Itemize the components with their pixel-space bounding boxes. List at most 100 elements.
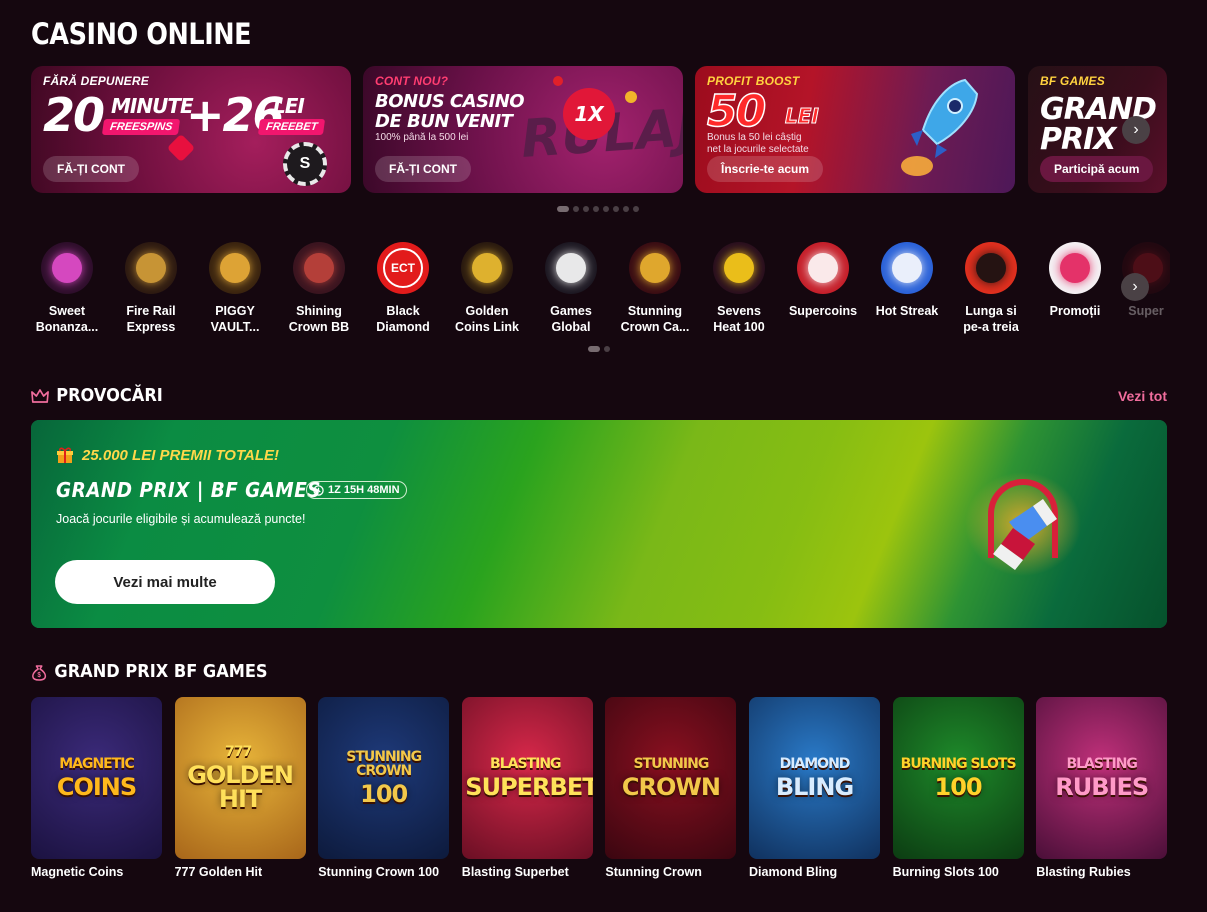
game-thumbnail[interactable]: MAGNETIC COINS [31,697,162,859]
category-label-line: Coins Link [455,320,519,334]
create-account-button[interactable]: FĂ-ȚI CONT [375,156,471,182]
game-logo-line: SUPERBET [465,773,593,801]
category-label-line: Lunga si [965,304,1017,318]
game-thumbnail[interactable]: BLASTING SUPERBET [461,697,593,859]
game-tile[interactable]: BURNING SLOTS 100 Burning Slots 100 [892,697,1024,879]
category-item[interactable]: Stunning Crown Ca... [618,242,692,335]
golden-coins-icon [461,242,513,294]
countdown-badge: 1Z 15H 48MIN [306,481,407,499]
crown-icon [31,388,49,403]
game-tile[interactable]: BLASTING SUPERBET Blasting Superbet [461,697,593,879]
game-name: Magnetic Coins [31,865,124,879]
see-all-link[interactable]: Vezi tot [1118,388,1167,404]
category-next-arrow-icon[interactable]: › [1121,273,1149,301]
banner-headline-2: DE BUN VENIT [375,111,513,132]
magnet-icon [965,472,1081,576]
category-label-line: Heat 100 [713,320,765,334]
game-thumbnail[interactable]: DIAMOND BLING [749,697,880,859]
category-label-line: Crown BB [288,320,350,334]
game-logo-line: COINS [56,773,137,801]
pagination-dot[interactable] [593,206,599,212]
category-label: Sweet Bonanza... [30,303,104,335]
game-thumbnail[interactable]: STUNNING CROWN 100 [318,697,450,859]
crown-icon [629,242,681,294]
gift-icon [57,447,73,463]
category-label-line: Sweet [48,304,86,318]
game-logo-line: CROWN [621,773,721,801]
promo-banner-profit-boost[interactable]: PROFIT BOOST 50 LEI Bonus la 50 lei câșt… [695,66,1015,193]
category-pagination[interactable] [588,346,610,352]
game-tile[interactable]: STUNNING CROWN 100 Stunning Crown 100 [318,697,450,879]
sign-up-button[interactable]: Înscrie-te acum [707,156,824,182]
banner-tag: CONT NOU? [375,74,449,88]
ect-logo-icon: ECT [377,242,429,294]
game-thumbnail[interactable]: 777 GOLDEN HIT [174,697,306,859]
duck-icon [713,242,765,294]
boost-desc-2: net la jocurile selectate [707,144,809,155]
grand-prix-headline-2: PRIX [1040,122,1116,157]
supercoins-icon [797,242,849,294]
game-name: Blasting Superbet [461,865,569,879]
promo-banner-no-deposit[interactable]: FĂRĂ DEPUNERE 20 MINUTE FREESPINS +26 LE… [31,66,351,193]
freebet-pill: FREEBET [257,119,326,135]
banner-pagination[interactable] [557,206,639,212]
game-tile[interactable]: DIAMOND BLING Diamond Bling [749,697,880,879]
game-tile[interactable]: STUNNING CROWN Stunning Crown [605,697,737,879]
game-tile[interactable]: MAGNETIC COINS Magnetic Coins [31,697,162,879]
coin-icon [625,91,637,103]
challenges-heading: PROVOCĂRI [31,385,163,406]
casino-page: CASINO ONLINE FĂRĂ DEPUNERE 20 MINUTE FR… [0,0,1207,912]
category-item[interactable]: Sevens Heat 100 [702,242,776,335]
banner-headline-number: 20 [43,88,105,142]
boost-desc-1: Bonus la 50 lei câștig [707,132,802,143]
category-item[interactable]: Shining Crown BB [282,242,356,335]
game-thumbnail[interactable]: BURNING SLOTS 100 [892,697,1024,859]
banner-next-arrow-icon[interactable]: › [1122,116,1150,144]
game-logo: BLASTING SUPERBET [465,757,593,801]
category-item[interactable]: Golden Coins Link [450,242,524,335]
category-label: Super [1122,303,1170,319]
prize-banner: 25.000 LEI PREMII TOTALE! [56,446,279,464]
category-label-line: Golden [465,304,509,318]
category-item[interactable]: Supercoins [786,242,860,319]
category-item[interactable]: Hot Streak [870,242,944,319]
game-tile[interactable]: 777 GOLDEN HIT 777 Golden Hit [174,697,306,879]
rollover-badge: 1X [563,88,615,140]
pagination-dot[interactable] [603,206,609,212]
category-item[interactable]: PIGGY VAULT... [198,242,272,335]
category-label-line: Hot Streak [875,304,939,318]
create-account-button[interactable]: FĂ-ȚI CONT [43,156,139,182]
pagination-dot[interactable] [583,206,589,212]
category-item[interactable]: Games Global [534,242,608,335]
pagination-dot[interactable] [573,206,579,212]
game-thumbnail[interactable]: STUNNING CROWN [605,697,737,859]
banner-lei-label: LEI [273,94,305,118]
participate-button[interactable]: Participă acum [1040,156,1154,182]
freespins-pill: FREESPINS [101,119,181,135]
category-label-line: Games [550,304,592,318]
challenges-title: PROVOCĂRI [56,385,163,406]
category-label-line: Super [1128,304,1164,318]
category-item[interactable]: Promoții [1038,242,1112,319]
game-logo-line: DIAMOND [779,756,851,772]
pagination-dot[interactable] [633,206,639,212]
money-bag-icon: $ [32,664,47,681]
pagination-dot[interactable] [613,206,619,212]
see-more-button[interactable]: Vezi mai multe [55,560,275,604]
train-icon [125,242,177,294]
pagination-dot[interactable] [623,206,629,212]
category-item[interactable]: Sweet Bonanza... [30,242,104,335]
pagination-dot-active[interactable] [588,346,600,352]
category-item[interactable]: Fire Rail Express [114,242,188,335]
challenge-card[interactable]: 25.000 LEI PREMII TOTALE! GRAND PRIX | B… [31,420,1167,628]
category-label: Sevens Heat 100 [702,303,776,335]
category-label-line: Black [386,304,420,318]
game-tile[interactable]: BLASTING RUBIES Blasting Rubies [1036,697,1168,879]
game-thumbnail[interactable]: BLASTING RUBIES [1036,697,1168,859]
category-item[interactable]: ECT Black Diamond [366,242,440,335]
category-item[interactable]: Lunga si pe-a treia [954,242,1028,335]
lunga-icon [965,242,1017,294]
promo-banner-welcome-bonus[interactable]: CONT NOU? BONUS CASINO DE BUN VENIT 100%… [363,66,683,193]
pagination-dot[interactable] [604,346,610,352]
pagination-dot-active[interactable] [557,206,569,212]
